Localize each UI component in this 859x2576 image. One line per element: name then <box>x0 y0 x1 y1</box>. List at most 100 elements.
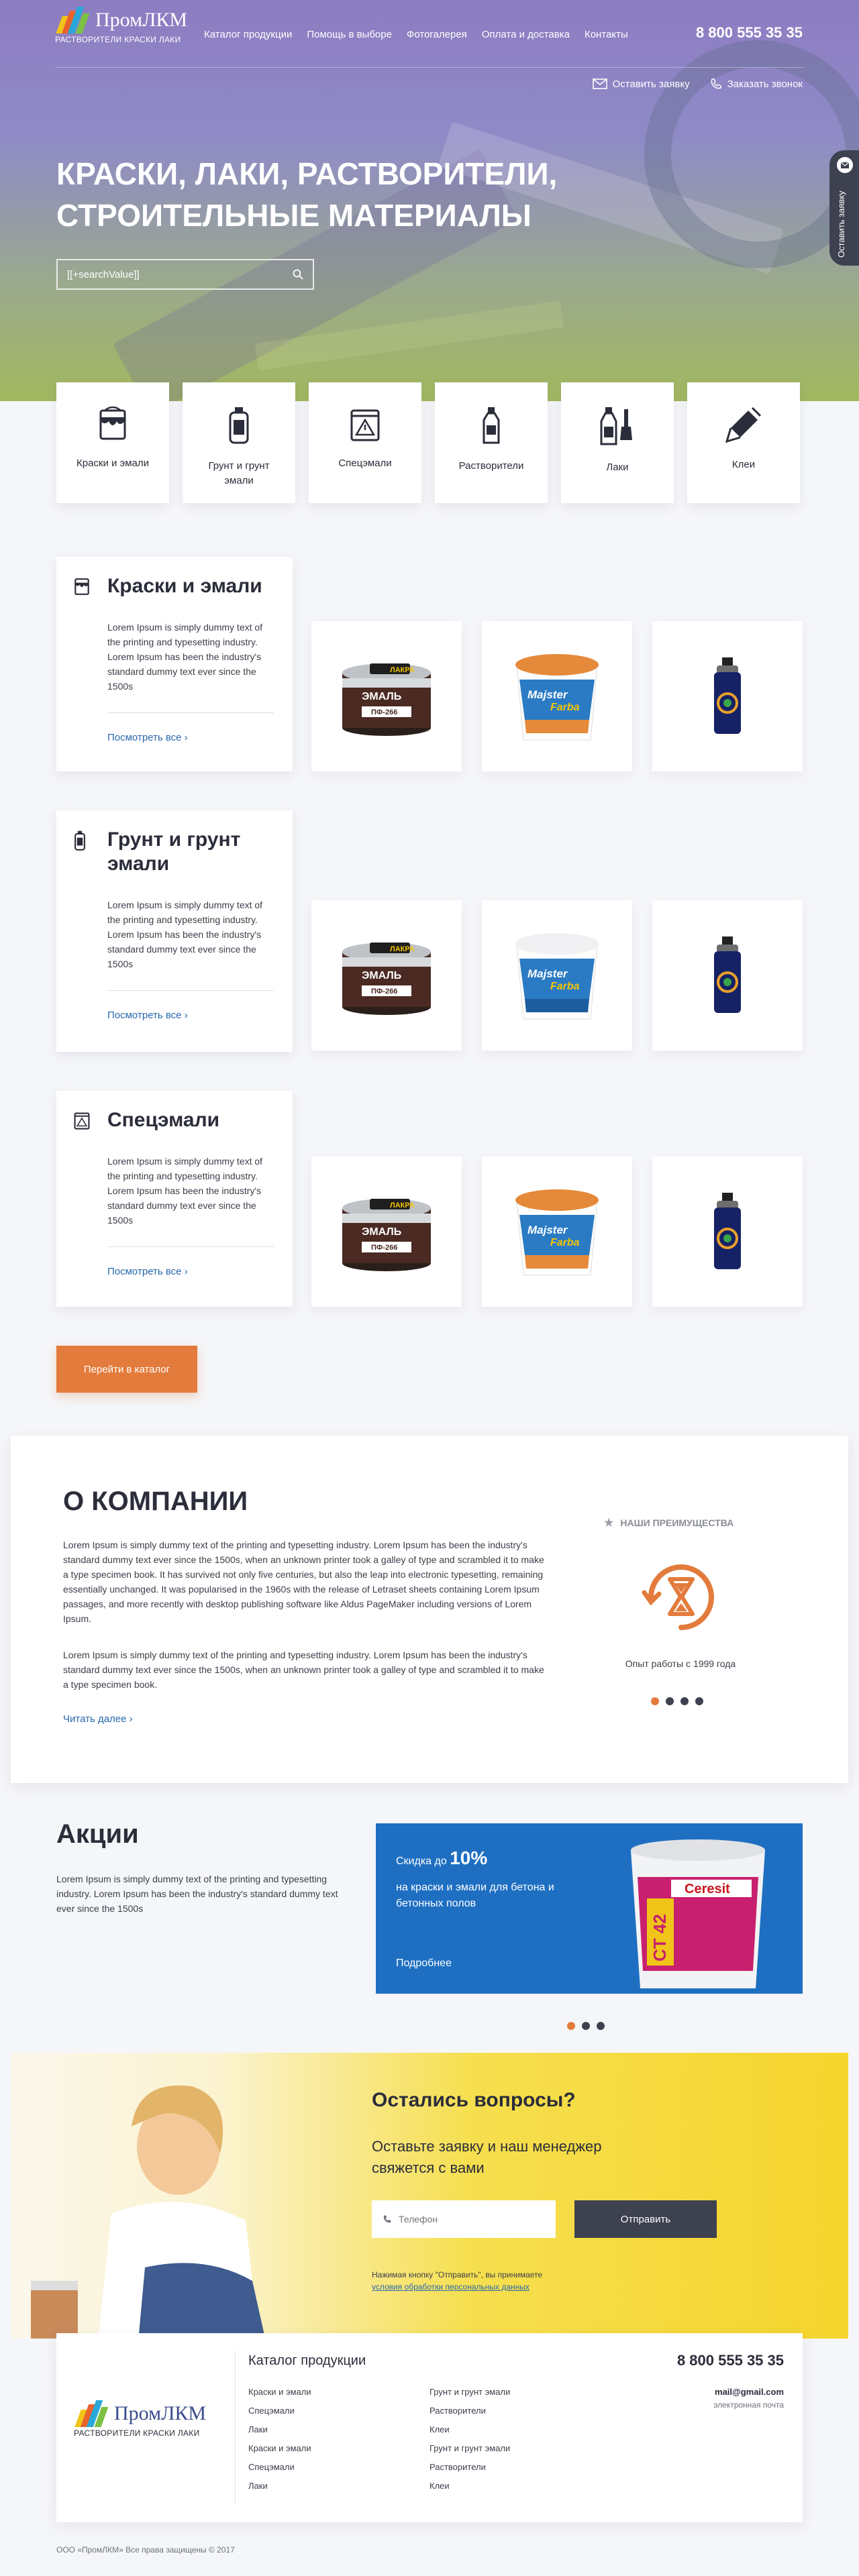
hero-section: ПромЛКМ РАСТВОРИТЕЛИ КРАСКИ ЛАКИ Каталог… <box>0 0 859 401</box>
logo-subtitle: РАСТВОРИТЕЛИ КРАСКИ ЛАКИ <box>74 2428 200 2438</box>
majster-brand-text: Majster <box>527 688 568 701</box>
category-label: Спецэмали <box>338 458 392 469</box>
pagination-dot[interactable] <box>567 2022 575 2030</box>
enamel-can-image: ЛАКРА ЭМАЛЬ ПФ-266 <box>342 1199 431 1271</box>
footer-logo[interactable]: ПромЛКМ РАСТВОРИТЕЛИ КРАСКИ ЛАКИ <box>74 2400 206 2438</box>
category-label: Клеи <box>731 459 756 470</box>
enamel-name-text: ЭМАЛЬ <box>362 970 401 981</box>
contact-title: Остались вопросы? <box>372 2089 576 2111</box>
pagination-dot[interactable] <box>695 1697 703 1705</box>
product-card-bucket[interactable]: Majster Farba <box>482 1157 632 1307</box>
footer-link[interactable]: Спецэмали <box>248 2462 311 2472</box>
footer-link[interactable]: Краски и эмали <box>248 2387 311 2397</box>
footer-link[interactable]: Грунт и грунт эмали <box>430 2443 510 2453</box>
category-card-glue[interactable]: Клеи <box>687 382 800 503</box>
pagination-dot[interactable] <box>597 2022 605 2030</box>
nav-item-contacts[interactable]: Контакты <box>585 29 628 40</box>
envelope-icon <box>837 157 853 173</box>
enamel-can-image: ЛАКРА ЭМАЛЬ ПФ-266 <box>342 943 431 1015</box>
footer-link[interactable]: Краски и эмали <box>248 2443 311 2453</box>
view-all-link[interactable]: Посмотреть все › <box>107 1266 188 1277</box>
nav-item-catalog[interactable]: Каталог продукции <box>204 29 292 40</box>
ceresit-bucket-image: Ceresit CT 42 <box>631 1839 765 1988</box>
privacy-link[interactable]: условия обработки персональных данных <box>372 2282 529 2292</box>
varnish-brush-icon <box>600 407 632 445</box>
warning-can-icon <box>350 409 380 441</box>
category-label: Грунт и грунт эмали <box>208 460 270 486</box>
view-all-link[interactable]: Посмотреть все › <box>107 732 188 743</box>
divider <box>107 712 274 713</box>
hero-bg-shape <box>644 40 859 268</box>
product-card-spray[interactable] <box>652 900 803 1051</box>
nav-item-gallery[interactable]: Фотогалерея <box>407 29 467 40</box>
search-input[interactable] <box>67 268 293 280</box>
nav-item-help[interactable]: Помощь в выборе <box>307 29 392 40</box>
category-card-paints[interactable]: Краски и эмали <box>56 382 169 503</box>
side-request-tab[interactable]: Оставить заявку <box>829 150 859 266</box>
category-card-primer[interactable]: Грунт и грунт эмали <box>183 382 295 503</box>
footer-links-column: Краски и эмали Спецэмали Лаки Краски и э… <box>248 2387 311 2491</box>
footer-link[interactable]: Растворители <box>430 2406 510 2416</box>
search-icon[interactable] <box>293 269 303 280</box>
header-actions: Оставить заявку Заказать звонок <box>592 78 803 90</box>
footer-link[interactable]: Клеи <box>430 2481 510 2491</box>
footer-phone[interactable]: 8 800 555 35 35 <box>677 2352 784 2369</box>
go-to-catalog-button[interactable]: Перейти в каталог <box>56 1346 197 1393</box>
phone-field <box>372 2200 556 2238</box>
read-more-link[interactable]: Читать далее › <box>63 1713 133 1725</box>
footer-link[interactable]: Лаки <box>248 2424 311 2434</box>
product-card-bucket[interactable]: Majster Farba <box>482 621 632 771</box>
header-phone[interactable]: 8 800 555 35 35 <box>696 24 803 42</box>
promo-pagination <box>567 2022 605 2030</box>
category-card-special[interactable]: Спецэмали <box>309 382 421 503</box>
logo-text: ПромЛКМ <box>114 2402 207 2424</box>
footer-link[interactable]: Растворители <box>430 2462 510 2472</box>
pagination-dot[interactable] <box>666 1697 674 1705</box>
view-all-link[interactable]: Посмотреть все › <box>107 1010 188 1021</box>
solvent-bottle-icon <box>483 407 500 444</box>
product-card-spray[interactable] <box>652 621 803 771</box>
section-title: Краски и эмали <box>107 575 262 597</box>
call-link[interactable]: Заказать звонок <box>710 78 803 90</box>
footer-link[interactable]: Лаки <box>248 2481 311 2491</box>
about-text: Lorem Ipsum is simply dummy text of the … <box>63 1540 544 1624</box>
footer-link[interactable]: Клеи <box>430 2424 510 2434</box>
pagination-dot[interactable] <box>651 1697 659 1705</box>
divider <box>107 1246 274 1247</box>
category-card-solvents[interactable]: Растворители <box>435 382 548 503</box>
product-card-enamel[interactable]: ЛАКРА ЭМАЛЬ ПФ-266 <box>311 621 462 771</box>
nav-item-payment[interactable]: Оплата и доставка <box>482 29 570 40</box>
product-section-primer: Грунт и грунт эмали Lorem Ipsum is simpl… <box>56 810 803 1052</box>
pagination-dot[interactable] <box>680 1697 689 1705</box>
phone-input[interactable] <box>399 2214 545 2224</box>
footer-link[interactable]: Спецэмали <box>248 2406 311 2416</box>
lakra-brand-text: ЛАКРА <box>390 1201 415 1210</box>
banner-discount: Скидка до 10% <box>396 1847 487 1869</box>
product-card-enamel[interactable]: ЛАКРА ЭМАЛЬ ПФ-266 <box>311 900 462 1051</box>
pagination-dot[interactable] <box>582 2022 590 2030</box>
footer-link[interactable]: Грунт и грунт эмали <box>430 2387 510 2397</box>
primer-bottle-icon <box>229 407 249 444</box>
request-link-label: Оставить заявку <box>612 78 690 90</box>
read-more-label: Читать далее <box>63 1713 127 1725</box>
ceresit-code-text: CT 42 <box>650 1914 670 1962</box>
spray-can-image <box>714 936 741 1013</box>
category-card-varnish[interactable]: Лаки <box>561 382 674 503</box>
advantages-pagination <box>651 1697 703 1705</box>
product-card-enamel[interactable]: ЛАКРА ЭМАЛЬ ПФ-266 <box>311 1157 462 1307</box>
product-card-spray[interactable] <box>652 1157 803 1307</box>
banner-prefix: Скидка до <box>396 1856 447 1867</box>
product-card-bucket[interactable]: Majster Farba <box>482 900 632 1051</box>
section-title: Спецэмали <box>107 1109 220 1131</box>
request-link[interactable]: Оставить заявку <box>592 78 690 90</box>
primer-bottle-icon <box>74 830 85 851</box>
logo[interactable]: ПромЛКМ РАСТВОРИТЕЛИ КРАСКИ ЛАКИ <box>55 7 187 44</box>
search-box <box>56 259 314 290</box>
promo-banner[interactable]: Скидка до 10% на краски и эмали для бето… <box>376 1823 803 1994</box>
footer-email[interactable]: mail@gmail.com <box>715 2387 784 2397</box>
banner-more[interactable]: Подробнее <box>396 1957 452 1970</box>
send-button[interactable]: Отправить <box>574 2200 717 2238</box>
about-title: О КОМПАНИИ <box>63 1487 248 1516</box>
phone-icon <box>383 2215 391 2223</box>
warning-can-icon <box>74 1112 90 1130</box>
